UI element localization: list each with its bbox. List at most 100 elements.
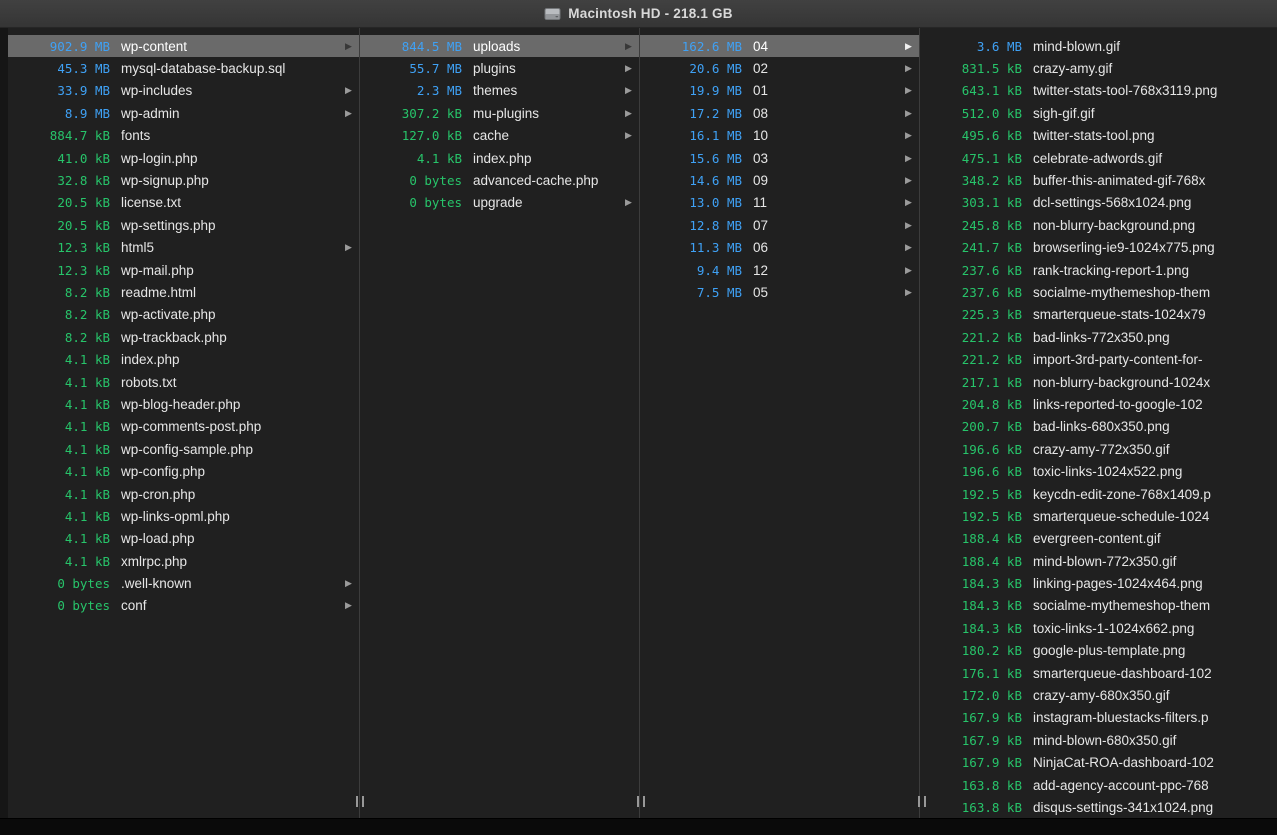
file-row[interactable]: 4.1 kBwp-config-sample.php [8, 438, 359, 460]
file-row[interactable]: 844.5 MBuploads▶ [360, 35, 639, 57]
file-row[interactable]: 0 bytes.well-known▶ [8, 572, 359, 594]
file-row[interactable]: 192.5 kBkeycdn-edit-zone-768x1409.p [920, 483, 1277, 505]
file-row[interactable]: 163.8 kBdisqus-settings-341x1024.png [920, 796, 1277, 818]
file-row[interactable]: 4.1 kBindex.php [360, 147, 639, 169]
file-row[interactable]: 20.5 kBlicense.txt [8, 192, 359, 214]
file-row[interactable]: 32.8 kBwp-signup.php [8, 169, 359, 191]
file-row[interactable]: 221.2 kBimport-3rd-party-content-for- [920, 348, 1277, 370]
disclosure-triangle-icon[interactable]: ▶ [902, 64, 915, 73]
file-row[interactable]: 167.9 kBNinjaCat-ROA-dashboard-102 [920, 752, 1277, 774]
file-row[interactable]: 0 bytesadvanced-cache.php [360, 169, 639, 191]
file-row[interactable]: 8.2 kBwp-activate.php [8, 304, 359, 326]
file-row[interactable]: 172.0 kBcrazy-amy-680x350.gif [920, 684, 1277, 706]
file-row[interactable]: 4.1 kBwp-load.php [8, 528, 359, 550]
file-row[interactable]: 4.1 kBrobots.txt [8, 371, 359, 393]
file-row[interactable]: 0 bytesupgrade▶ [360, 192, 639, 214]
file-row[interactable]: 241.7 kBbrowserling-ie9-1024x775.png [920, 237, 1277, 259]
file-row[interactable]: 12.3 kBhtml5▶ [8, 237, 359, 259]
file-row[interactable]: 4.1 kBwp-links-opml.php [8, 505, 359, 527]
disclosure-triangle-icon[interactable]: ▶ [902, 42, 915, 51]
disclosure-triangle-icon[interactable]: ▶ [902, 109, 915, 118]
file-row[interactable]: 41.0 kBwp-login.php [8, 147, 359, 169]
file-row[interactable]: 4.1 kBwp-config.php [8, 460, 359, 482]
file-row[interactable]: 245.8 kBnon-blurry-background.png [920, 214, 1277, 236]
file-row[interactable]: 12.3 kBwp-mail.php [8, 259, 359, 281]
file-row[interactable]: 11.3 MB06▶ [640, 237, 919, 259]
file-row[interactable]: 884.7 kBfonts [8, 125, 359, 147]
disclosure-triangle-icon[interactable]: ▶ [902, 243, 915, 252]
file-row[interactable]: 20.5 kBwp-settings.php [8, 214, 359, 236]
disclosure-triangle-icon[interactable]: ▶ [902, 154, 915, 163]
file-row[interactable]: 176.1 kBsmarterqueue-dashboard-102 [920, 662, 1277, 684]
disclosure-triangle-icon[interactable]: ▶ [902, 221, 915, 230]
file-row[interactable]: 303.1 kBdcl-settings-568x1024.png [920, 192, 1277, 214]
disclosure-triangle-icon[interactable]: ▶ [902, 86, 915, 95]
disclosure-triangle-icon[interactable]: ▶ [342, 579, 355, 588]
disclosure-triangle-icon[interactable]: ▶ [342, 601, 355, 610]
disclosure-triangle-icon[interactable]: ▶ [342, 109, 355, 118]
file-row[interactable]: 902.9 MBwp-content▶ [8, 35, 359, 57]
file-row[interactable]: 163.8 kBadd-agency-account-ppc-768 [920, 774, 1277, 796]
file-row[interactable]: 19.9 MB01▶ [640, 80, 919, 102]
file-row[interactable]: 167.9 kBmind-blown-680x350.gif [920, 729, 1277, 751]
file-row[interactable]: 0 bytesconf▶ [8, 595, 359, 617]
file-row[interactable]: 4.1 kBindex.php [8, 348, 359, 370]
file-row[interactable]: 237.6 kBrank-tracking-report-1.png [920, 259, 1277, 281]
file-row[interactable]: 237.6 kBsocialme-mythemeshop-them [920, 281, 1277, 303]
file-row[interactable]: 512.0 kBsigh-gif.gif [920, 102, 1277, 124]
disclosure-triangle-icon[interactable]: ▶ [622, 64, 635, 73]
file-row[interactable]: 2.3 MBthemes▶ [360, 80, 639, 102]
file-row[interactable]: 225.3 kBsmarterqueue-stats-1024x79 [920, 304, 1277, 326]
file-row[interactable]: 188.4 kBevergreen-content.gif [920, 528, 1277, 550]
file-row[interactable]: 12.8 MB07▶ [640, 214, 919, 236]
column-resize-handle[interactable] [918, 796, 926, 807]
disclosure-triangle-icon[interactable]: ▶ [902, 288, 915, 297]
disclosure-triangle-icon[interactable]: ▶ [622, 42, 635, 51]
file-row[interactable]: 55.7 MBplugins▶ [360, 57, 639, 79]
file-row[interactable]: 188.4 kBmind-blown-772x350.gif [920, 550, 1277, 572]
file-row[interactable]: 7.5 MB05▶ [640, 281, 919, 303]
disclosure-triangle-icon[interactable]: ▶ [622, 86, 635, 95]
file-row[interactable]: 196.6 kBcrazy-amy-772x350.gif [920, 438, 1277, 460]
file-row[interactable]: 200.7 kBbad-links-680x350.png [920, 416, 1277, 438]
disclosure-triangle-icon[interactable]: ▶ [902, 198, 915, 207]
file-row[interactable]: 8.2 kBreadme.html [8, 281, 359, 303]
file-row[interactable]: 4.1 kBwp-comments-post.php [8, 416, 359, 438]
window-titlebar[interactable]: Macintosh HD - 218.1 GB [0, 0, 1277, 28]
file-row[interactable]: 643.1 kBtwitter-stats-tool-768x3119.png [920, 80, 1277, 102]
file-row[interactable]: 4.1 kBwp-cron.php [8, 483, 359, 505]
disclosure-triangle-icon[interactable]: ▶ [342, 42, 355, 51]
file-row[interactable]: 4.1 kBwp-blog-header.php [8, 393, 359, 415]
file-row[interactable]: 348.2 kBbuffer-this-animated-gif-768x [920, 169, 1277, 191]
file-row[interactable]: 17.2 MB08▶ [640, 102, 919, 124]
disclosure-triangle-icon[interactable]: ▶ [902, 266, 915, 275]
disclosure-triangle-icon[interactable]: ▶ [342, 86, 355, 95]
file-row[interactable]: 33.9 MBwp-includes▶ [8, 80, 359, 102]
file-row[interactable]: 13.0 MB11▶ [640, 192, 919, 214]
file-row[interactable]: 15.6 MB03▶ [640, 147, 919, 169]
file-row[interactable]: 196.6 kBtoxic-links-1024x522.png [920, 460, 1277, 482]
column-resize-handle[interactable] [637, 796, 645, 807]
disclosure-triangle-icon[interactable]: ▶ [902, 131, 915, 140]
disclosure-triangle-icon[interactable]: ▶ [622, 131, 635, 140]
file-row[interactable]: 20.6 MB02▶ [640, 57, 919, 79]
file-row[interactable]: 8.9 MBwp-admin▶ [8, 102, 359, 124]
file-row[interactable]: 204.8 kBlinks-reported-to-google-102 [920, 393, 1277, 415]
disclosure-triangle-icon[interactable]: ▶ [902, 176, 915, 185]
file-row[interactable]: 180.2 kBgoogle-plus-template.png [920, 640, 1277, 662]
file-row[interactable]: 16.1 MB10▶ [640, 125, 919, 147]
file-row[interactable]: 8.2 kBwp-trackback.php [8, 326, 359, 348]
file-row[interactable]: 162.6 MB04▶ [640, 35, 919, 57]
file-row[interactable]: 217.1 kBnon-blurry-background-1024x [920, 371, 1277, 393]
file-row[interactable]: 495.6 kBtwitter-stats-tool.png [920, 125, 1277, 147]
file-row[interactable]: 184.3 kBlinking-pages-1024x464.png [920, 572, 1277, 594]
file-row[interactable]: 3.6 MBmind-blown.gif [920, 35, 1277, 57]
file-row[interactable]: 45.3 MBmysql-database-backup.sql [8, 57, 359, 79]
disclosure-triangle-icon[interactable]: ▶ [622, 109, 635, 118]
file-row[interactable]: 221.2 kBbad-links-772x350.png [920, 326, 1277, 348]
file-row[interactable]: 4.1 kBxmlrpc.php [8, 550, 359, 572]
column-resize-handle[interactable] [356, 796, 364, 807]
file-row[interactable]: 475.1 kBcelebrate-adwords.gif [920, 147, 1277, 169]
file-row[interactable]: 127.0 kBcache▶ [360, 125, 639, 147]
file-row[interactable]: 192.5 kBsmarterqueue-schedule-1024 [920, 505, 1277, 527]
